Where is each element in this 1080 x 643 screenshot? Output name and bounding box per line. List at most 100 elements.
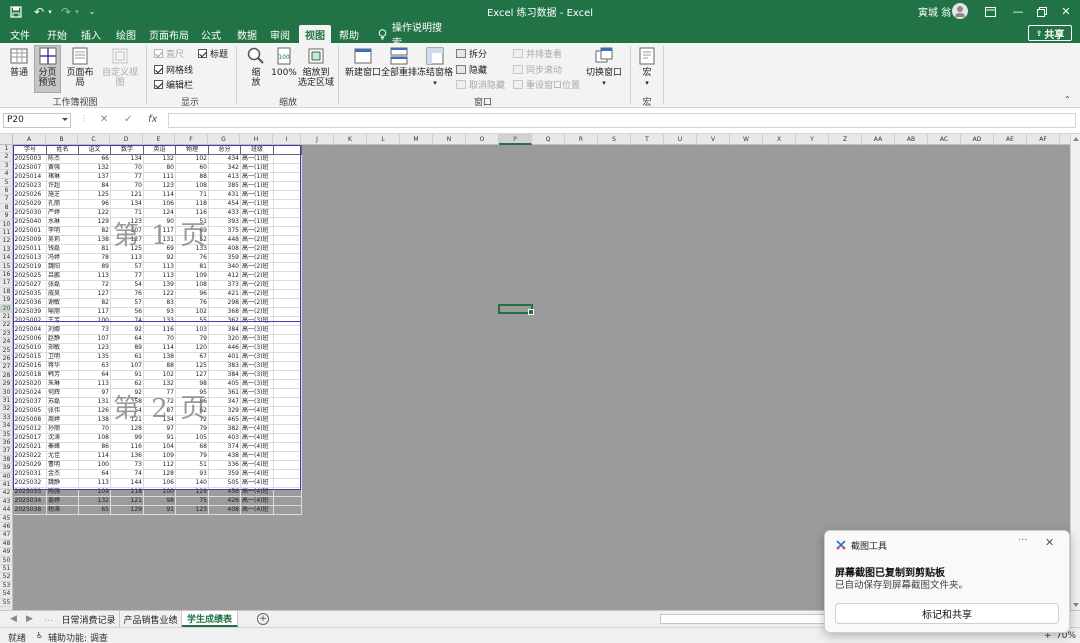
row-header[interactable]: 13 [0, 246, 13, 255]
table-cell[interactable]: 72 [78, 280, 111, 290]
row-header[interactable]: 28 [0, 372, 13, 381]
empty-cell[interactable] [273, 289, 302, 299]
table-cell[interactable]: 93 [175, 469, 209, 479]
table-cell[interactable]: 2025026 [13, 190, 47, 200]
row-header[interactable]: 33 [0, 414, 13, 423]
table-cell[interactable]: 2025023 [13, 181, 47, 191]
row-header[interactable]: 23 [0, 330, 13, 339]
table-cell[interactable]: 79 [175, 451, 209, 461]
table-cell[interactable]: 周婷 [46, 415, 79, 425]
tab-review[interactable]: 审阅 [265, 25, 295, 43]
table-cell[interactable]: 68 [175, 442, 209, 452]
unhide-button[interactable]: 取消隐藏 [456, 78, 505, 91]
row-header[interactable]: 30 [0, 389, 13, 397]
table-cell[interactable]: 高一(4)班 [240, 469, 274, 479]
table-cell[interactable]: 113 [78, 271, 111, 281]
table-cell[interactable]: 91 [143, 433, 176, 443]
table-cell[interactable]: 123 [175, 505, 209, 515]
table-cell[interactable]: 105 [175, 433, 209, 443]
table-cell[interactable]: 340 [208, 262, 241, 272]
close-notification-icon[interactable]: ✕ [1045, 536, 1054, 549]
table-cell[interactable]: 114 [143, 190, 176, 200]
row-header[interactable]: 24 [0, 338, 13, 347]
empty-cell[interactable] [273, 226, 302, 236]
more-sheets-icon[interactable]: … [44, 614, 53, 624]
row-header[interactable]: 49 [0, 548, 13, 557]
table-cell[interactable]: 124 [143, 208, 176, 218]
empty-cell[interactable] [273, 460, 302, 470]
table-cell[interactable]: 116 [175, 208, 209, 218]
table-cell[interactable]: 90 [143, 217, 176, 227]
column-header[interactable]: M [400, 134, 433, 145]
table-cell[interactable]: 高一(1)班 [240, 181, 274, 191]
table-cell[interactable]: 高一(3)班 [240, 361, 274, 371]
empty-cell[interactable] [273, 307, 302, 317]
row-header[interactable]: 3 [0, 162, 13, 171]
table-cell[interactable]: 高一(1)班 [240, 217, 274, 227]
table-cell[interactable]: 109 [175, 271, 209, 281]
table-cell[interactable]: 121 [110, 415, 144, 425]
row-header[interactable]: 44 [0, 506, 13, 515]
empty-cell[interactable] [273, 343, 302, 353]
empty-cell[interactable] [273, 154, 302, 164]
table-cell[interactable]: 2025008 [13, 415, 47, 425]
row-header[interactable]: 34 [0, 422, 13, 431]
table-cell[interactable]: 高一(4)班 [240, 496, 274, 506]
column-header[interactable]: A [13, 134, 46, 145]
previous-sheet-icon[interactable]: ◀ [10, 614, 17, 624]
column-header[interactable]: E [143, 134, 175, 145]
table-cell[interactable]: 60 [175, 163, 209, 173]
empty-cell[interactable] [273, 316, 302, 326]
table-cell[interactable]: 2025001 [13, 226, 47, 236]
table-cell[interactable]: 77 [110, 271, 144, 281]
table-cell[interactable]: 114 [143, 343, 176, 353]
empty-cell[interactable] [273, 361, 302, 371]
table-cell[interactable]: 高一(4)班 [240, 478, 274, 488]
table-cell[interactable]: 448 [208, 235, 241, 245]
empty-cell[interactable] [273, 352, 302, 362]
column-header[interactable]: AD [961, 134, 994, 145]
table-cell[interactable]: 苏磊 [46, 397, 79, 407]
table-cell[interactable]: 383 [208, 361, 241, 371]
table-cell[interactable]: 陈杰 [46, 154, 79, 164]
table-cell[interactable]: 421 [208, 289, 241, 299]
table-cell[interactable]: 128 [143, 469, 176, 479]
empty-cell[interactable] [273, 217, 302, 227]
row-header[interactable]: 8 [0, 204, 13, 213]
column-header[interactable]: C [78, 134, 110, 145]
column-header[interactable]: AB [895, 134, 928, 145]
table-cell[interactable]: 姜婷 [46, 496, 79, 506]
table-cell[interactable]: 120 [175, 343, 209, 353]
table-cell[interactable]: 103 [175, 325, 209, 335]
table-cell[interactable]: 121 [110, 496, 144, 506]
table-cell[interactable]: 336 [208, 460, 241, 470]
column-header[interactable]: X [763, 134, 796, 145]
table-cell[interactable]: 82 [78, 226, 111, 236]
table-cell[interactable]: 64 [110, 334, 144, 344]
hide-button[interactable]: 隐藏 [456, 63, 487, 76]
table-cell[interactable]: 73 [110, 460, 144, 470]
column-header[interactable]: V [697, 134, 730, 145]
table-cell[interactable]: 高一(2)班 [240, 262, 274, 272]
table-cell[interactable]: 高一(3)班 [240, 343, 274, 353]
table-cell[interactable]: 高一(4)班 [240, 415, 274, 425]
table-cell[interactable]: 高一(2)班 [240, 271, 274, 281]
table-cell[interactable]: 368 [208, 307, 241, 317]
table-cell[interactable]: 高一(1)班 [240, 208, 274, 218]
table-cell[interactable]: 123 [143, 181, 176, 191]
lightbulb-icon[interactable] [372, 25, 392, 43]
row-header[interactable]: 15 [0, 263, 13, 271]
table-cell[interactable]: 许超 [46, 181, 79, 191]
row-header[interactable]: 54 [0, 590, 13, 599]
gridlines-checkbox[interactable]: 网格线 [154, 63, 193, 76]
row-header[interactable]: 6 [0, 187, 13, 196]
table-cell[interactable]: 114 [78, 451, 111, 461]
column-header[interactable]: D [110, 134, 143, 145]
table-cell[interactable]: 454 [208, 199, 241, 209]
table-cell[interactable]: 88 [175, 172, 209, 182]
table-cell[interactable]: 2025021 [13, 442, 47, 452]
row-header[interactable]: 22 [0, 321, 13, 330]
empty-cell[interactable] [273, 388, 302, 398]
empty-cell[interactable] [273, 262, 302, 272]
table-cell[interactable]: 412 [208, 271, 241, 281]
